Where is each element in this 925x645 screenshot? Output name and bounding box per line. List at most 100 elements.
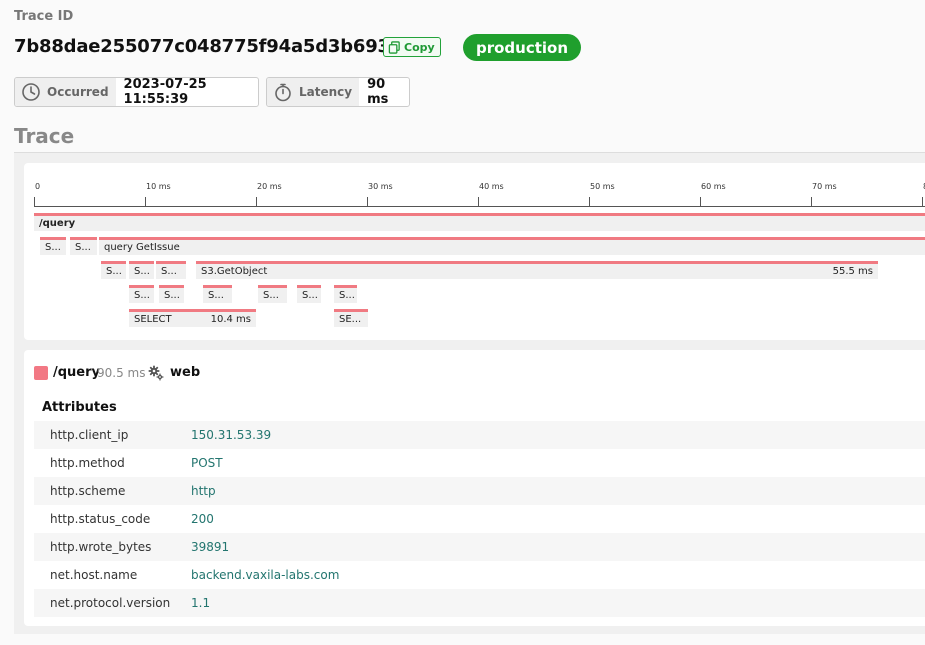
attribute-value: 1.1	[191, 596, 211, 610]
span-name: S...	[302, 290, 318, 301]
gears-icon	[148, 365, 164, 381]
span-name: S...	[161, 266, 177, 277]
span-bar	[129, 285, 154, 288]
span-name: S...	[45, 242, 61, 253]
span-name: S...	[134, 290, 150, 301]
span-name: S3.GetObject	[201, 266, 268, 277]
trace-id-value: 7b88dae255077c048775f94a5d3b693f	[14, 36, 398, 57]
attributes-title: Attributes	[42, 400, 117, 415]
span-detail-duration: 90.5 ms	[97, 366, 146, 380]
span-bar	[334, 309, 368, 312]
attribute-key: net.host.name	[50, 568, 138, 582]
clock-icon	[22, 83, 40, 101]
span-name: S...	[106, 266, 122, 277]
environment-badge: production	[463, 34, 581, 61]
timeline-tick-label: 10 ms	[146, 182, 171, 191]
trace-span[interactable]: SE...	[334, 309, 368, 327]
span-bar	[70, 237, 97, 240]
span-name: S...	[263, 290, 279, 301]
latency-key: Latency	[267, 78, 360, 106]
latency-label: Latency	[299, 85, 353, 99]
attribute-row: http.method POST	[34, 449, 925, 477]
span-name: S...	[208, 290, 224, 301]
trace-span[interactable]: S...	[203, 285, 232, 303]
timeline-axis-line	[34, 206, 925, 207]
trace-span[interactable]: S...	[297, 285, 321, 303]
span-detail-name: /query	[53, 365, 101, 380]
trace-span[interactable]: S...	[40, 237, 66, 255]
span-bar	[40, 237, 66, 240]
span-bar	[34, 213, 925, 216]
attribute-value: POST	[191, 456, 223, 470]
span-name: S...	[339, 290, 355, 301]
span-bar	[196, 261, 878, 264]
attribute-key: net.protocol.version	[50, 596, 171, 610]
span-duration: 55.5 ms	[832, 266, 873, 277]
span-bar	[156, 261, 186, 264]
attribute-key: http.client_ip	[50, 428, 129, 442]
span-name: /query	[39, 218, 76, 229]
timeline-tick-label: 40 ms	[479, 182, 504, 191]
stopwatch-icon	[275, 83, 291, 102]
span-bar	[129, 261, 154, 264]
span-bar	[159, 285, 184, 288]
attribute-row: http.status_code 200	[34, 505, 925, 533]
trace-span[interactable]: S3.GetObject 55.5 ms	[196, 261, 878, 279]
span-name: query GetIssue	[104, 242, 180, 253]
attribute-value: 150.31.53.39	[191, 428, 272, 442]
occurred-key: Occurred	[15, 78, 116, 106]
timeline-tick	[811, 197, 812, 207]
span-bar	[101, 261, 126, 264]
span-name: SELECT	[134, 314, 172, 325]
copy-icon	[388, 40, 400, 54]
trace-section-title: Trace	[14, 124, 75, 148]
attribute-row: http.wrote_bytes 39891	[34, 533, 925, 561]
timeline-tick-label: 30 ms	[368, 182, 393, 191]
attribute-row: net.host.name backend.vaxila-labs.com	[34, 561, 925, 589]
span-name: S...	[75, 242, 91, 253]
service-name: web	[170, 365, 201, 380]
timeline-tick-label: 0	[35, 182, 41, 191]
span-name: S...	[134, 266, 150, 277]
trace-span[interactable]: S...	[159, 285, 184, 303]
attribute-row: http.client_ip 150.31.53.39	[34, 421, 925, 449]
trace-span[interactable]: S...	[334, 285, 357, 303]
copy-button-label: Copy	[404, 40, 435, 54]
trace-span[interactable]: S...	[156, 261, 186, 279]
trace-span[interactable]: S...	[129, 261, 154, 279]
span-bar	[203, 285, 232, 288]
latency-field: Latency 90 ms	[266, 77, 410, 107]
timeline-tick-label: 60 ms	[701, 182, 726, 191]
timeline-tick	[922, 197, 923, 207]
timeline-tick	[34, 197, 35, 207]
attribute-row: http.scheme http	[34, 477, 925, 505]
trace-span[interactable]: S...	[129, 285, 154, 303]
timeline-tick	[478, 197, 479, 207]
attribute-row: net.protocol.version 1.1	[34, 589, 925, 617]
occurred-field: Occurred 2023-07-25 11:55:39	[14, 77, 259, 107]
trace-span[interactable]: S...	[101, 261, 126, 279]
timeline-tick-label: 50 ms	[590, 182, 615, 191]
span-bar	[99, 237, 925, 240]
trace-span[interactable]: S...	[70, 237, 97, 255]
trace-span[interactable]: SELECT 10.4 ms	[129, 309, 256, 327]
span-name: SE...	[339, 314, 362, 325]
attribute-value: backend.vaxila-labs.com	[191, 568, 340, 582]
timeline-tick	[256, 197, 257, 207]
span-bar	[334, 285, 357, 288]
trace-span[interactable]: /query	[34, 213, 925, 231]
attributes-table: http.client_ip 150.31.53.39 http.method PO…	[34, 421, 925, 617]
trace-span[interactable]: S...	[258, 285, 287, 303]
attribute-value: 39891	[191, 540, 230, 554]
span-bar	[258, 285, 287, 288]
timeline-tick	[700, 197, 701, 207]
trace-span[interactable]: query GetIssue	[99, 237, 925, 255]
copy-button[interactable]: Copy	[383, 37, 441, 57]
timeline-tick	[145, 197, 146, 207]
attribute-key: http.wrote_bytes	[50, 540, 152, 554]
span-bar	[297, 285, 321, 288]
span-color-swatch	[34, 366, 48, 380]
span-name: S...	[164, 290, 180, 301]
timeline-tick-label: 20 ms	[257, 182, 282, 191]
attribute-key: http.status_code	[50, 512, 151, 526]
